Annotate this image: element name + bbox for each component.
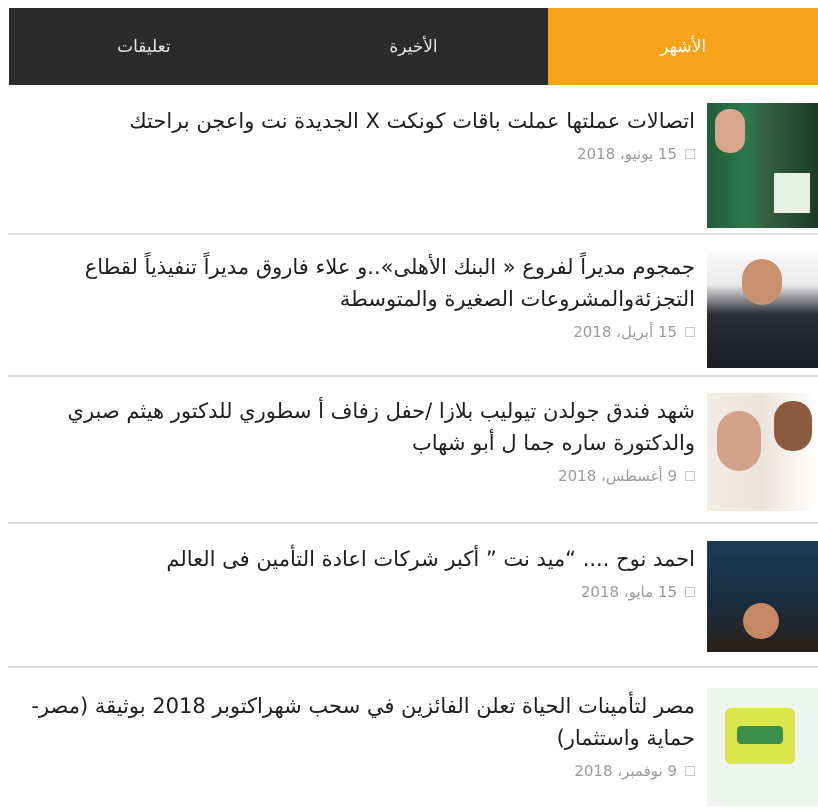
divider [8,233,818,235]
post-date-text: 15 يونيو، 2018 [576,145,677,163]
tab-comments[interactable]: تعليقات [9,8,279,85]
post-date-text: 9 أغسطس، 2018 [558,467,677,485]
tabs-bar: الأشهر الأخيرة تعليقات [9,8,818,85]
divider [8,522,818,524]
post-thumbnail[interactable] [707,393,818,511]
divider [8,666,818,668]
post-thumbnail[interactable] [707,103,818,228]
post-date-text: 15 أبريل، 2018 [573,323,677,341]
tab-latest[interactable]: الأخيرة [279,8,549,85]
post-title[interactable]: جمجوم مديراً لفروع « البنك الأهلى»..و عل… [8,251,695,315]
post-date: 9 أغسطس، 2018 [8,467,695,485]
post-title[interactable]: احمد نوح .... “ميد نت ” أكبر شركات اعادة… [8,543,695,575]
post-thumbnail[interactable] [707,249,818,368]
clock-icon [685,587,695,597]
clock-icon [685,327,695,337]
post-thumbnail[interactable] [707,541,818,652]
list-item: مصر لتأمينات الحياة تعلن الفائزين في سحب… [0,688,818,806]
tab-popular[interactable]: الأشهر [548,8,818,85]
post-date: 15 يونيو، 2018 [8,145,695,163]
post-title[interactable]: اتصالات عملتها عملت باقات كونكت X الجديد… [8,105,695,137]
post-thumbnail[interactable] [707,688,818,806]
list-item: احمد نوح .... “ميد نت ” أكبر شركات اعادة… [0,541,818,652]
list-item: اتصالات عملتها عملت باقات كونكت X الجديد… [0,103,818,228]
popular-posts-widget: الأشهر الأخيرة تعليقات اتصالات عملتها عم… [0,0,818,812]
clock-icon [685,766,695,776]
post-date: 15 أبريل، 2018 [8,323,695,341]
post-date-text: 9 نوفمبر، 2018 [574,762,677,780]
post-title[interactable]: شهد فندق جولدن تيوليب بلازا /حفل زفاف أ … [8,395,695,459]
list-item: شهد فندق جولدن تيوليب بلازا /حفل زفاف أ … [0,393,818,511]
post-title[interactable]: مصر لتأمينات الحياة تعلن الفائزين في سحب… [8,690,695,754]
clock-icon [685,471,695,481]
post-date: 9 نوفمبر، 2018 [8,762,695,780]
post-date-text: 15 مايو، 2018 [580,583,677,601]
divider [8,375,818,377]
clock-icon [685,149,695,159]
post-date: 15 مايو، 2018 [8,583,695,601]
list-item: جمجوم مديراً لفروع « البنك الأهلى»..و عل… [0,249,818,369]
